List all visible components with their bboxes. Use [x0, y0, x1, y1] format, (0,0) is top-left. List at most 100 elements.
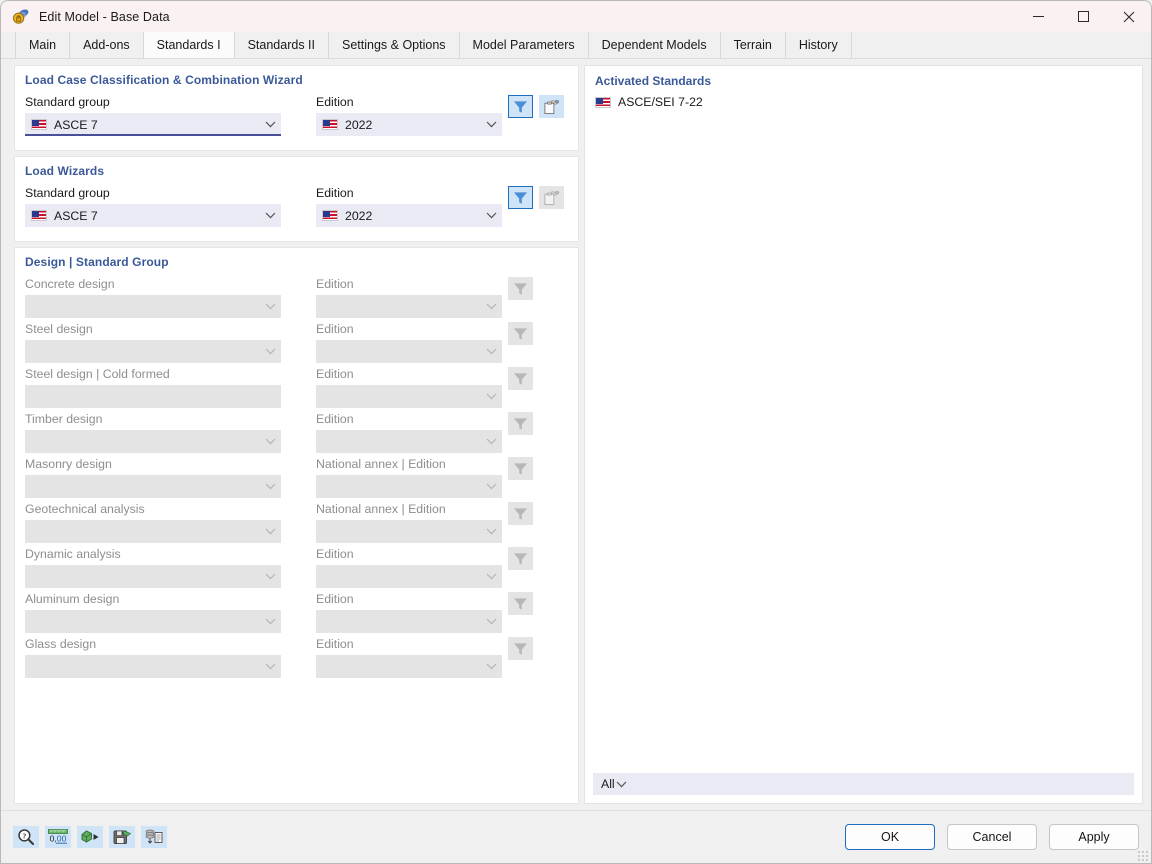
concrete-buttons [502, 277, 533, 300]
activated-standards-filter-combo[interactable]: All [593, 773, 1134, 795]
dynamic-filter-button [508, 547, 533, 570]
tab-label: Model Parameters [473, 38, 575, 52]
dynamic-analysis-label: Dynamic analysis [25, 547, 281, 561]
footer-toolbar: ? 0,00 [13, 826, 167, 848]
load-case-edition: Edition 2022 [316, 95, 502, 136]
close-button[interactable] [1106, 1, 1151, 32]
design-row-glass: Glass design Edition [25, 637, 568, 678]
design-row-geotechnical: Geotechnical analysis National annex | E… [25, 502, 568, 543]
tab-terrain[interactable]: Terrain [721, 32, 786, 58]
activated-standards-panel: Activated Standards ASCE/SEI 7-22 All [584, 65, 1143, 804]
load-case-edition-combo[interactable]: 2022 [316, 113, 502, 136]
tab-dependent-models[interactable]: Dependent Models [589, 32, 721, 58]
concrete-edition-label: Edition [316, 277, 502, 291]
tab-settings-options[interactable]: Settings & Options [329, 32, 460, 58]
svg-text:0,00: 0,00 [50, 833, 67, 843]
timber-edition-combo [316, 430, 502, 453]
load-case-standard-group-combo[interactable]: ASCE 7 [25, 113, 281, 136]
chevron-down-icon[interactable] [615, 778, 628, 791]
chevron-down-icon [485, 615, 498, 628]
geotechnical-label: Geotechnical analysis [25, 502, 281, 516]
copy-from-model-icon[interactable] [141, 826, 167, 848]
design-row-dynamic: Dynamic analysis Edition [25, 547, 568, 588]
load-case-buttons [502, 95, 564, 118]
glass-edition-label: Edition [316, 637, 502, 651]
tab-standards-ii[interactable]: Standards II [235, 32, 329, 58]
load-wizards-buttons [502, 186, 564, 209]
concrete-filter-button [508, 277, 533, 300]
steel-cold-formed-edition-group: Edition [316, 367, 502, 408]
load-wizards-filter-button[interactable] [508, 186, 533, 209]
geotechnical-annex-group: National annex | Edition [316, 502, 502, 543]
load-wizards-row: Standard group ASCE 7 Edition [25, 186, 568, 227]
design-row-masonry: Masonry design National annex | Edition [25, 457, 568, 498]
standard-group-label: Standard group [25, 186, 281, 200]
activated-standards-title: Activated Standards [585, 66, 1142, 93]
aluminum-edition-combo [316, 610, 502, 633]
chevron-down-icon [264, 345, 277, 358]
tab-label: Standards II [248, 38, 315, 52]
import-model-icon[interactable] [77, 826, 103, 848]
tab-label: History [799, 38, 838, 52]
chevron-down-icon [264, 525, 277, 538]
chevron-down-icon[interactable] [485, 209, 498, 222]
save-as-default-icon[interactable] [109, 826, 135, 848]
load-wizards-edition: Edition 2022 [316, 186, 502, 227]
tab-label: Settings & Options [342, 38, 446, 52]
tab-strip: Main Add-ons Standards I Standards II Se… [1, 32, 1151, 59]
steel-cold-formed-label: Steel design | Cold formed [25, 367, 281, 381]
timber-design-combo [25, 430, 281, 453]
aluminum-design-combo [25, 610, 281, 633]
timber-edition-label: Edition [316, 412, 502, 426]
steel-edition-label: Edition [316, 322, 502, 336]
steel-cold-formed-buttons [502, 367, 533, 390]
design-standard-group-panel: Design | Standard Group Concrete design … [14, 247, 579, 804]
load-case-filter-button[interactable] [508, 95, 533, 118]
dynamic-edition-group: Edition [316, 547, 502, 588]
apply-button[interactable]: Apply [1049, 824, 1139, 850]
units-decimal-places-icon[interactable]: 0,00 [45, 826, 71, 848]
steel-edition-group: Edition [316, 322, 502, 363]
load-case-wizard-panel: Load Case Classification & Combination W… [14, 65, 579, 151]
list-item[interactable]: ASCE/SEI 7-22 [595, 93, 1132, 111]
load-wizards-standard-group-value: ASCE 7 [54, 209, 264, 223]
chevron-down-icon [264, 300, 277, 313]
chevron-down-icon [264, 480, 277, 493]
steel-cold-formed-edition-combo [316, 385, 502, 408]
glass-design-label: Glass design [25, 637, 281, 651]
dynamic-analysis-combo [25, 565, 281, 588]
info-magnifier-icon[interactable]: ? [13, 826, 39, 848]
load-wizards-standard-group-combo[interactable]: ASCE 7 [25, 204, 281, 227]
geotechnical-annex-combo [316, 520, 502, 543]
load-wizards-panel: Load Wizards Standard group ASCE 7 [14, 156, 579, 242]
chevron-down-icon[interactable] [264, 118, 277, 131]
ok-button[interactable]: OK [845, 824, 935, 850]
glass-buttons [502, 637, 533, 660]
load-case-paste-button[interactable] [539, 95, 564, 118]
tab-label: Add-ons [83, 38, 130, 52]
tab-label: Terrain [734, 38, 772, 52]
cancel-button[interactable]: Cancel [947, 824, 1037, 850]
resize-grip[interactable] [1136, 849, 1148, 861]
timber-buttons [502, 412, 533, 435]
tab-add-ons[interactable]: Add-ons [70, 32, 144, 58]
chevron-down-icon [264, 435, 277, 448]
tab-main[interactable]: Main [15, 32, 70, 58]
dynamic-edition-combo [316, 565, 502, 588]
timber-filter-button [508, 412, 533, 435]
masonry-annex-combo [316, 475, 502, 498]
tab-standards-i[interactable]: Standards I [144, 32, 235, 58]
minimize-button[interactable] [1016, 1, 1061, 32]
load-wizards-edition-combo[interactable]: 2022 [316, 204, 502, 227]
aluminum-edition-label: Edition [316, 592, 502, 606]
tab-label: Standards I [157, 38, 221, 52]
tab-model-parameters[interactable]: Model Parameters [460, 32, 589, 58]
chevron-down-icon [485, 345, 498, 358]
geotechnical-buttons [502, 502, 533, 525]
chevron-down-icon[interactable] [485, 118, 498, 131]
masonry-design-group: Masonry design [25, 457, 281, 498]
maximize-button[interactable] [1061, 1, 1106, 32]
chevron-down-icon[interactable] [264, 209, 277, 222]
tab-history[interactable]: History [786, 32, 852, 58]
geotechnical-combo [25, 520, 281, 543]
